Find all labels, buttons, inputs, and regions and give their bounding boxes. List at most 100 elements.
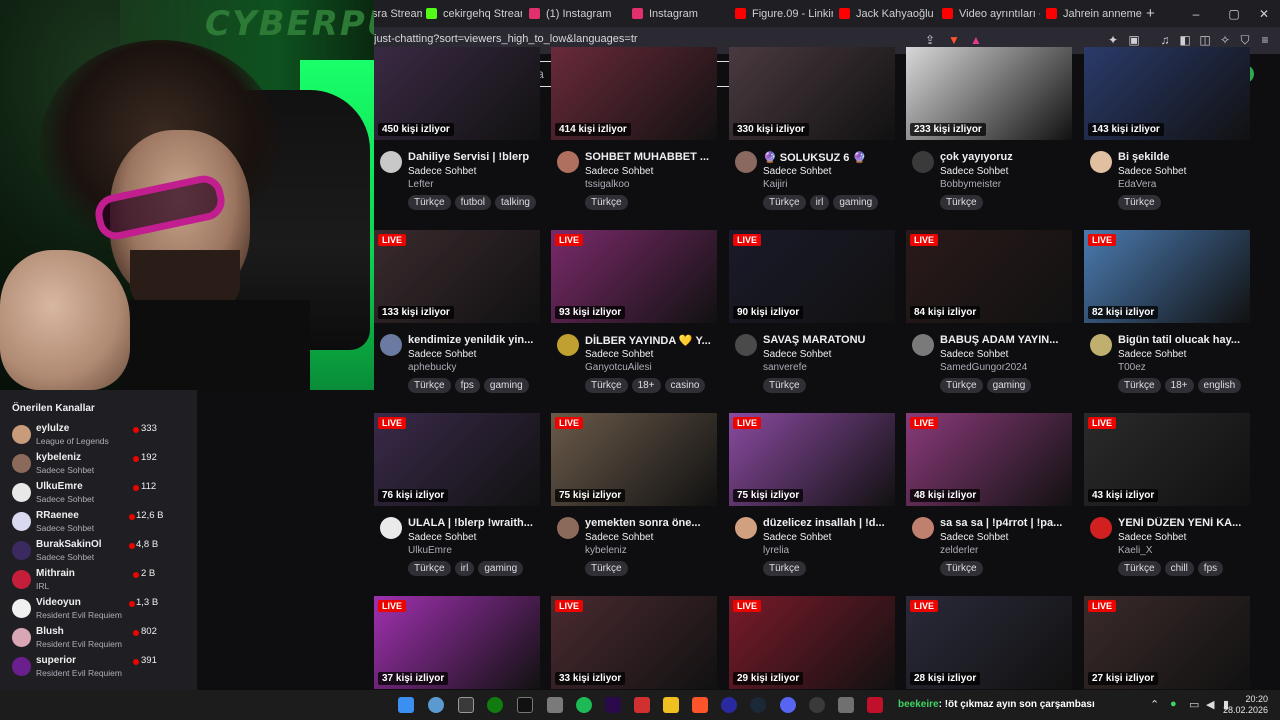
stream-thumbnail[interactable]: LIVE 76 kişi izliyor (374, 413, 540, 506)
browser-tab[interactable]: Video ayrıntıları - Yo (942, 0, 1040, 27)
stream-title[interactable]: Dahiliye Servisi | !blerp (408, 151, 540, 163)
channel-avatar[interactable] (1090, 517, 1112, 539)
stream-thumbnail[interactable]: 330 kişi izliyor (729, 47, 895, 140)
stream-category[interactable]: Sadece Sohbet (1118, 349, 1186, 360)
sidebar-channel-item[interactable]: Blush Resident Evil Requiem 802 (0, 623, 197, 652)
stream-tag[interactable]: Türkçe (763, 561, 806, 576)
channel-avatar[interactable] (735, 151, 757, 173)
url-field[interactable]: just-chatting?sort=viewers_high_to_low&l… (374, 33, 638, 45)
stream-thumbnail[interactable]: LIVE 29 kişi izliyor (729, 596, 895, 689)
sidebar-channel-item[interactable]: BurakSakinOl Sadece Sohbet 4,8 B (0, 536, 197, 565)
channel-name[interactable]: lyrelia (763, 545, 789, 556)
channel-name[interactable]: tssigalkoo (585, 179, 629, 190)
stream-thumbnail[interactable]: LIVE 133 kişi izliyor (374, 230, 540, 323)
stream-title[interactable]: sa sa sa | !p4rrot | !pa... (940, 517, 1072, 529)
stream-tag[interactable]: Türkçe (940, 195, 983, 210)
file-explorer-icon[interactable] (663, 697, 679, 713)
stream-thumbnail[interactable]: LIVE 75 kişi izliyor (729, 413, 895, 506)
stream-tag[interactable]: Türkçe (1118, 378, 1161, 393)
stream-title[interactable]: 🔮 SOLUKSUZ 6 🔮 (763, 151, 895, 164)
sidebar-channel-item[interactable]: kybeleniz Sadece Sohbet 192 (0, 449, 197, 478)
sidebar-channel-item[interactable]: RRaenee Sadece Sohbet 12,6 B (0, 507, 197, 536)
stream-title[interactable]: çok yayıyoruz (940, 151, 1072, 163)
stream-tag[interactable]: fps (1197, 561, 1224, 576)
media-app-icon[interactable] (634, 697, 650, 713)
channel-name[interactable]: Kaijiri (763, 179, 787, 190)
channel-name[interactable]: GanyotcuAilesi (585, 362, 652, 373)
channel-name[interactable]: EdaVera (1118, 179, 1156, 190)
calculator-icon[interactable] (547, 697, 563, 713)
channel-avatar[interactable] (557, 517, 579, 539)
stream-category[interactable]: Sadece Sohbet (1118, 166, 1186, 177)
new-tab-button[interactable]: + (1146, 5, 1155, 22)
stream-title[interactable]: Bigün tatil olucak hay... (1118, 334, 1250, 346)
channel-name[interactable]: T00ez (1118, 362, 1146, 373)
stream-thumbnail[interactable]: LIVE 28 kişi izliyor (906, 596, 1072, 689)
channel-name[interactable]: Bobbymeister (940, 179, 1001, 190)
stream-category[interactable]: Sadece Sohbet (940, 166, 1008, 177)
network-icon[interactable]: ▭ (1189, 698, 1199, 711)
stream-tag[interactable]: Türkçe (408, 561, 451, 576)
stream-tag[interactable]: Türkçe (763, 378, 806, 393)
stream-title[interactable]: düzelicez insallah | !d... (763, 517, 895, 529)
sidebar-channel-item[interactable]: eylulze League of Legends 333 (0, 420, 197, 449)
browser-tab[interactable]: Figure.09 - Linkin Pa (735, 0, 833, 27)
stream-thumbnail[interactable]: LIVE 93 kişi izliyor (551, 230, 717, 323)
stream-thumbnail[interactable]: LIVE 75 kişi izliyor (551, 413, 717, 506)
channel-name[interactable]: SamedGungor2024 (940, 362, 1027, 373)
stream-title[interactable]: Bi şekilde (1118, 151, 1250, 163)
browser-tab[interactable]: Instagram (632, 0, 728, 27)
stream-tag[interactable]: Türkçe (408, 378, 451, 393)
stream-category[interactable]: Sadece Sohbet (940, 532, 1008, 543)
channel-avatar[interactable] (735, 334, 757, 356)
stream-thumbnail[interactable]: LIVE 37 kişi izliyor (374, 596, 540, 689)
browser-tab[interactable]: (1) Instagram (529, 0, 625, 27)
channel-name[interactable]: aphebucky (408, 362, 456, 373)
stream-tag[interactable]: casino (664, 378, 706, 393)
channel-name[interactable]: UlkuEmre (408, 545, 452, 556)
spotify-icon[interactable] (576, 697, 592, 713)
stream-thumbnail[interactable]: LIVE 48 kişi izliyor (906, 413, 1072, 506)
stream-tag[interactable]: Türkçe (585, 561, 628, 576)
channel-avatar[interactable] (912, 334, 934, 356)
stream-tag[interactable]: 18+ (1164, 378, 1194, 393)
stream-thumbnail[interactable]: 414 kişi izliyor (551, 47, 717, 140)
stream-title[interactable]: DİLBER YAYINDA 💛 Y... (585, 334, 717, 347)
channel-avatar[interactable] (1090, 334, 1112, 356)
stream-tag[interactable]: Türkçe (1118, 561, 1161, 576)
app-icon[interactable] (721, 697, 737, 713)
stream-tag[interactable]: talking (495, 195, 536, 210)
settings-icon[interactable] (838, 697, 854, 713)
channel-avatar[interactable] (557, 334, 579, 356)
stream-category[interactable]: Sadece Sohbet (763, 166, 831, 177)
channel-avatar[interactable] (1090, 151, 1112, 173)
search-app-icon[interactable] (428, 697, 444, 713)
stream-tag[interactable]: futbol (454, 195, 492, 210)
stream-thumbnail[interactable]: 143 kişi izliyor (1084, 47, 1250, 140)
stream-tag[interactable]: Türkçe (940, 561, 983, 576)
channel-name[interactable]: sanverefe (763, 362, 807, 373)
start-icon[interactable] (398, 697, 414, 713)
channel-avatar[interactable] (557, 151, 579, 173)
stream-category[interactable]: Sadece Sohbet (585, 349, 653, 360)
stream-tag[interactable]: 18+ (631, 378, 661, 393)
channel-avatar[interactable] (912, 151, 934, 173)
stream-thumbnail[interactable]: LIVE 90 kişi izliyor (729, 230, 895, 323)
stream-tag[interactable]: Türkçe (585, 195, 628, 210)
epic-games-icon[interactable] (517, 697, 533, 713)
stream-tag[interactable]: irl (809, 195, 830, 210)
sidebar-channel-item[interactable]: UlkuEmre Sadece Sohbet 112 (0, 478, 197, 507)
stream-category[interactable]: Sadece Sohbet (940, 349, 1008, 360)
stream-thumbnail[interactable]: LIVE 27 kişi izliyor (1084, 596, 1250, 689)
stream-tag[interactable]: fps (454, 378, 480, 393)
stream-title[interactable]: YENİ DÜZEN YENİ KA... (1118, 517, 1250, 529)
stream-thumbnail[interactable]: LIVE 84 kişi izliyor (906, 230, 1072, 323)
stream-tag[interactable]: Türkçe (940, 378, 983, 393)
stream-title[interactable]: SAVAŞ MARATONU (763, 334, 895, 346)
discord-icon[interactable] (780, 697, 796, 713)
stream-category[interactable]: Sadece Sohbet (585, 532, 653, 543)
stream-tag[interactable]: irl (454, 561, 475, 576)
menu-icon[interactable]: ≡ (1256, 31, 1274, 49)
stream-title[interactable]: ULALA | !blerp !wraith... (408, 517, 540, 529)
sidebar-channel-item[interactable]: Mithrain IRL 2 B (0, 565, 197, 594)
